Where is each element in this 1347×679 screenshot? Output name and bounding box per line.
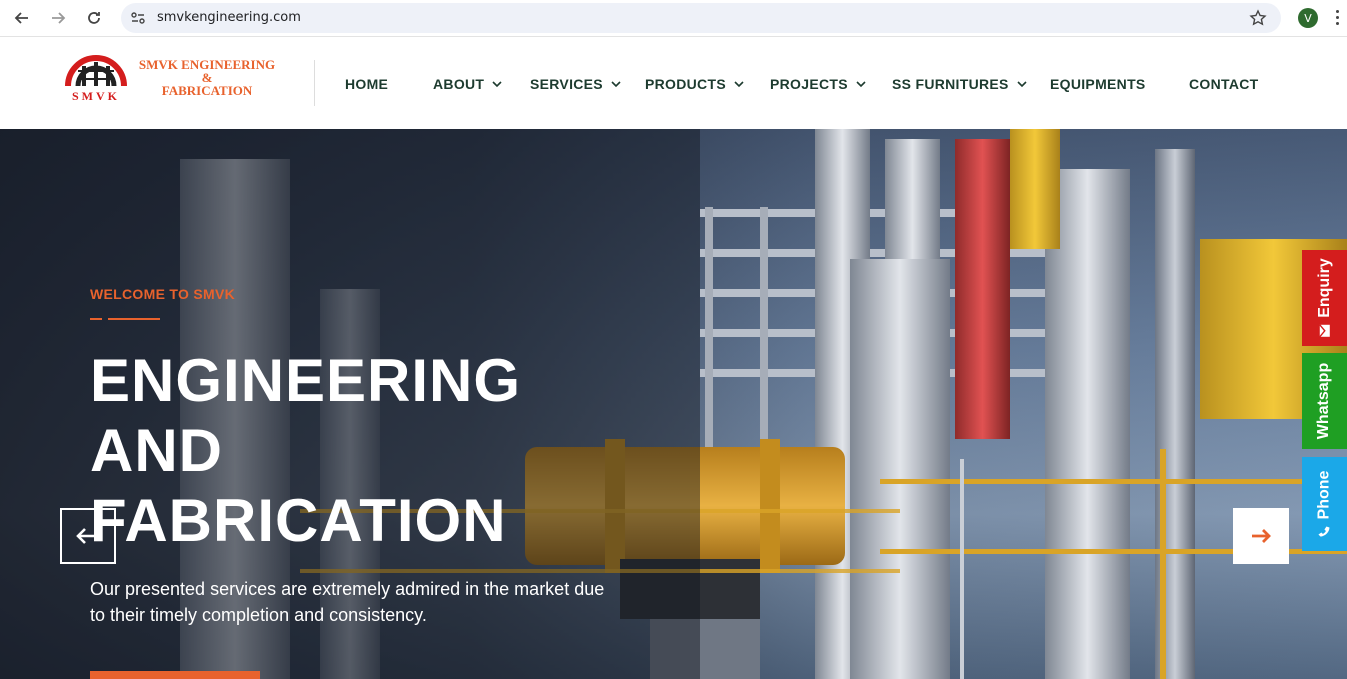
nav-products-label[interactable]: PRODUCTS [645,76,726,92]
site-info-icon[interactable] [130,10,146,26]
arrow-right-icon[interactable] [1250,527,1272,545]
site-logo[interactable]: SMVK SMVK ENGINEERING & FABRICATION [64,52,284,102]
bookmark-star-icon[interactable] [1249,9,1267,27]
header-divider [314,60,315,106]
phone-tab[interactable]: Phone [1302,457,1347,551]
nav-equipments[interactable]: EQUIPMENTS [1050,76,1146,92]
whatsapp-tab[interactable]: Whatsapp [1302,353,1347,449]
hero-kicker: WELCOME TO SMVK [90,286,236,302]
hero-title-line-1: ENGINEERING [90,347,522,414]
nav-contact[interactable]: CONTACT [1189,76,1259,92]
nav-products[interactable]: PRODUCTS [645,76,744,92]
enquiry-tab[interactable]: Enquiry [1302,250,1347,346]
hero-title: ENGINEERING AND FABRICATION [90,346,650,556]
address-bar[interactable]: smvkengineering.com [121,3,1281,33]
arrow-left-icon[interactable] [74,526,102,546]
nav-projects[interactable]: PROJECTS [770,76,866,92]
nav-services[interactable]: SERVICES [530,76,621,92]
forward-icon[interactable] [46,6,70,30]
chevron-down-icon[interactable] [611,79,621,89]
whatsapp-label[interactable]: Whatsapp [1316,363,1334,439]
nav-projects-label[interactable]: PROJECTS [770,76,848,92]
logo-emblem-icon: SMVK [65,55,127,102]
back-icon[interactable] [10,6,34,30]
chevron-down-icon[interactable] [856,79,866,89]
hero-title-line-2: AND [90,417,223,484]
chevron-down-icon[interactable] [734,79,744,89]
browser-toolbar: smvkengineering.com V [0,0,1347,37]
kicker-underline [90,318,160,320]
hero-description: Our presented services are extremely adm… [90,579,605,625]
url-text[interactable]: smvkengineering.com [157,10,301,25]
phone-label[interactable]: Phone [1316,471,1334,520]
nav-ss-furnitures-label[interactable]: SS FURNITURES [892,76,1009,92]
nav-about-label[interactable]: ABOUT [433,76,484,92]
nav-equipments-label[interactable]: EQUIPMENTS [1050,76,1146,92]
hero-cta-button[interactable] [90,671,260,679]
nav-ss-furnitures[interactable]: SS FURNITURES [892,76,1027,92]
hero-title-line-3: FABRICATION [90,487,507,554]
profile-avatar[interactable]: V [1298,8,1318,28]
enquiry-label[interactable]: Enquiry [1316,258,1334,318]
more-icon[interactable] [1336,10,1340,26]
nav-contact-label[interactable]: CONTACT [1189,76,1259,92]
logo-name: SMVK ENGINEERING & FABRICATION [132,58,282,97]
envelope-icon [1318,324,1330,338]
logo-emblem-text: SMVK [72,89,120,102]
logo-line-3: FABRICATION [161,83,253,98]
nav-home-label[interactable]: HOME [345,76,388,92]
nav-about[interactable]: ABOUT [433,76,502,92]
nav-services-label[interactable]: SERVICES [530,76,603,92]
chevron-down-icon[interactable] [492,79,502,89]
phone-icon [1318,526,1330,537]
reload-icon[interactable] [82,6,106,30]
chevron-down-icon[interactable] [1017,79,1027,89]
site-header: SMVK SMVK ENGINEERING & FABRICATION HOME… [0,38,1347,129]
slider-next-button[interactable] [1233,508,1289,564]
slider-prev-button[interactable] [60,508,116,564]
hero-slider: WELCOME TO SMVK ENGINEERING AND FABRICAT… [0,129,1347,679]
nav-home[interactable]: HOME [345,76,388,92]
